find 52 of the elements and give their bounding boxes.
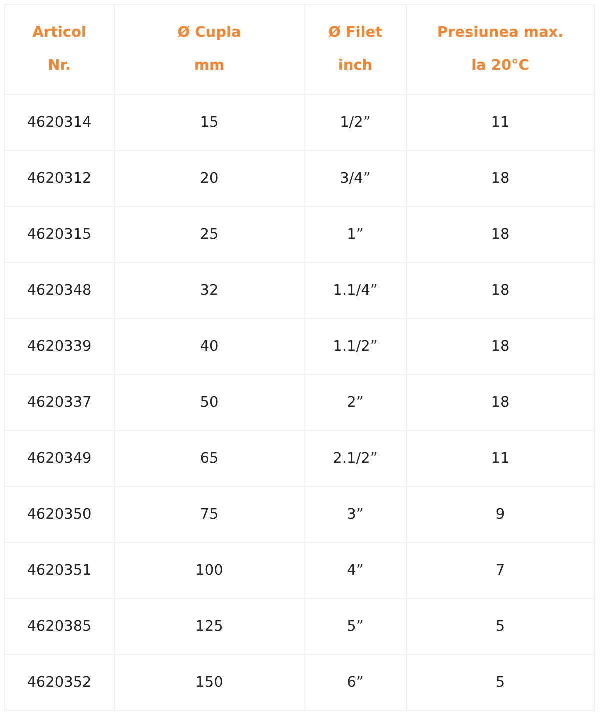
table-cell: 20 [200, 170, 219, 186]
table-cell: 4620312 [27, 170, 92, 186]
table-cell: 40 [200, 338, 219, 354]
table-cell: 4620349 [27, 450, 92, 466]
table-cell: 18 [491, 170, 510, 186]
table-cell: 4620385 [27, 618, 92, 634]
table-cell: 1.1/2” [333, 338, 378, 354]
table-cell: 3/4” [340, 170, 371, 186]
table-cell: 4620352 [27, 674, 92, 690]
table-cell: 5 [496, 618, 506, 634]
table-cell: 4620337 [27, 394, 92, 410]
column-header: Ø Cupla [176, 24, 242, 42]
table-cell: 2.1/2” [333, 450, 378, 466]
table-cell: 11 [491, 450, 510, 466]
table-cell: 4620348 [27, 282, 92, 298]
table-cell: 1” [347, 226, 364, 242]
table-cell: 1.1/4” [333, 282, 378, 298]
table-cell: 3” [347, 506, 364, 522]
table-cell: 18 [491, 226, 510, 242]
table-cell: 150 [196, 674, 224, 690]
table-cell: 75 [200, 506, 219, 522]
table-cell: 9 [496, 506, 506, 522]
table-cell: 32 [200, 282, 219, 298]
table-cell: 25 [200, 226, 219, 242]
table-cell: 100 [196, 562, 224, 578]
table-cell: 4620339 [27, 338, 92, 354]
column-header: la 20°C [470, 56, 530, 76]
table-cell: 5” [347, 618, 364, 634]
column-header: mm [193, 56, 226, 76]
table-cell: 6” [347, 674, 364, 690]
table-cell: 18 [491, 282, 510, 298]
column-header: Articol [32, 24, 88, 42]
table-cell: 18 [491, 338, 510, 354]
table-cell: 15 [200, 114, 219, 130]
table-cell: 4” [347, 562, 364, 578]
column-header: Ø Filet [328, 24, 384, 42]
table-cell: 2” [347, 394, 364, 410]
table-cell: 65 [200, 450, 219, 466]
table-cell: 4620315 [27, 226, 92, 242]
table-cell: 4620350 [27, 506, 92, 522]
table-cell: 4620351 [27, 562, 92, 578]
table-cell: 4620314 [27, 114, 92, 130]
table-cell: 50 [200, 394, 219, 410]
table-cell: 1/2” [340, 114, 371, 130]
column-header: inch [337, 56, 374, 76]
table-cell: 125 [196, 618, 224, 634]
table-cell: 7 [496, 562, 506, 578]
table-cell: 5 [496, 674, 506, 690]
column-header: Nr. [47, 56, 72, 76]
column-header: Presiunea max. [436, 24, 565, 42]
table-cell: 11 [491, 114, 510, 130]
table-cell: 18 [491, 394, 510, 410]
